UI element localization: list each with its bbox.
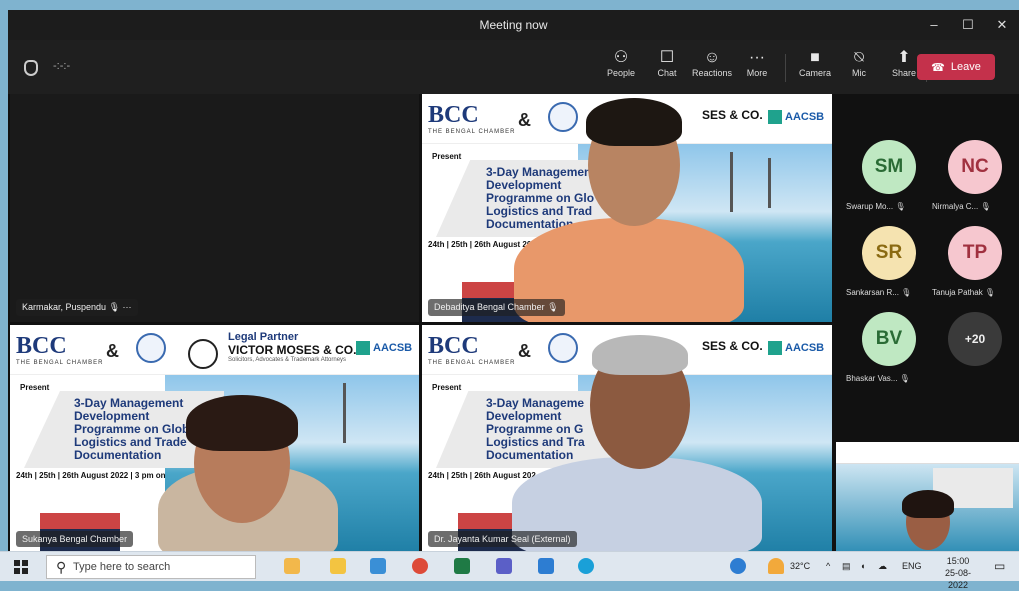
video-tile-karmakar[interactable]: Karmakar, Puspendu 🎙 ··· — [10, 94, 419, 322]
volume-icon[interactable]: ◖ — [860, 561, 865, 571]
meeting-timer: -:-:- — [53, 60, 70, 72]
minimize-button[interactable]: – — [917, 10, 951, 40]
weather-icon[interactable] — [768, 558, 784, 574]
camera-icon: ■ — [793, 48, 837, 68]
self-view-tile[interactable] — [836, 442, 1019, 553]
chevron-up-icon[interactable]: ^ — [826, 561, 830, 571]
phone-icon: ☎ — [931, 61, 945, 74]
photos-icon[interactable] — [538, 558, 554, 574]
aacsb-icon — [768, 110, 782, 124]
participant-avatar[interactable]: TP — [948, 226, 1002, 280]
people-icon: ⚇ — [599, 48, 643, 68]
store-icon[interactable] — [370, 558, 386, 574]
participant-avatar-name: Sankarsan R... 🎙 — [846, 288, 911, 297]
network-icon[interactable]: ▤ — [842, 561, 851, 572]
chrome-icon[interactable] — [412, 558, 428, 574]
onedrive-icon[interactable]: ☁ — [878, 561, 887, 572]
clock[interactable]: 15:0025-08-2022 — [936, 555, 980, 591]
notification-icon[interactable]: ▭ — [994, 559, 1005, 573]
cortana-icon[interactable] — [284, 558, 300, 574]
excel-icon[interactable] — [454, 558, 470, 574]
window-title: Meeting now — [479, 18, 547, 32]
toolbar-divider — [785, 54, 786, 82]
windows-taskbar: Type here to search 32°C ^ ▤ ◖ ☁ ENG 15:… — [0, 551, 1019, 581]
seal-icon — [136, 333, 166, 363]
temperature: 32°C — [790, 561, 810, 571]
participant-avatar-name: Swarup Mo... 🎙 — [846, 202, 906, 211]
more-participants-button[interactable]: +20 — [948, 312, 1002, 366]
edge-icon[interactable] — [578, 558, 594, 574]
participant-avatar[interactable]: BV — [862, 312, 916, 366]
chat-icon: ☐ — [645, 48, 689, 68]
title-bar: Meeting now – ☐ ✕ — [8, 10, 1019, 40]
chat-button[interactable]: ☐Chat — [645, 48, 689, 78]
teams-icon[interactable] — [496, 558, 512, 574]
leave-button[interactable]: ☎Leave — [917, 54, 995, 80]
close-button[interactable]: ✕ — [985, 10, 1019, 40]
participant-name: Debaditya Bengal Chamber 🎙 — [428, 299, 565, 316]
language-indicator[interactable]: ENG — [902, 561, 922, 571]
help-icon[interactable] — [730, 558, 746, 574]
mic-muted-icon: 🎙 — [109, 302, 120, 312]
mic-muted-icon: 🎙 — [547, 302, 558, 312]
participant-avatar-name: Bhaskar Vas... 🎙 — [846, 374, 910, 383]
teams-window: Meeting now – ☐ ✕ -:-:- ⚇People ☐Chat ☺R… — [8, 10, 1019, 581]
participant-avatar[interactable]: NC — [948, 140, 1002, 194]
mic-button[interactable]: ⍉Mic — [837, 48, 881, 78]
reactions-icon: ☺ — [690, 48, 734, 68]
bcc-logo: BCCTHE BENGAL CHAMBER — [428, 333, 515, 366]
more-icon: ··· — [735, 48, 779, 68]
bcc-logo: BCCTHE BENGAL CHAMBER — [428, 102, 515, 135]
video-tile-jayanta[interactable]: BCCTHE BENGAL CHAMBER & SES & CO. AACSB … — [422, 325, 832, 553]
meeting-toolbar: -:-:- ⚇People ☐Chat ☺Reactions ···More ■… — [8, 40, 1019, 94]
more-button[interactable]: ···More — [735, 48, 779, 78]
aacsb-icon — [356, 341, 370, 355]
participant-avatar-name: Tanuja Pathak 🎙 — [932, 288, 995, 297]
seal-icon — [548, 102, 578, 132]
people-button[interactable]: ⚇People — [599, 48, 643, 78]
participant-name: Karmakar, Puspendu 🎙 ··· — [16, 299, 138, 316]
participant-name: Sukanya Bengal Chamber — [16, 531, 133, 547]
participant-avatar[interactable]: SM — [862, 140, 916, 194]
seal-icon — [548, 333, 578, 363]
participant-avatar-name: Nirmalya C... 🎙 — [932, 202, 991, 211]
bcc-logo: BCCTHE BENGAL CHAMBER — [16, 333, 103, 366]
shield-icon[interactable] — [24, 60, 38, 76]
camera-button[interactable]: ■Camera — [793, 48, 837, 78]
video-tile-sukanya[interactable]: BCCTHE BENGAL CHAMBER & Legal PartnerVIC… — [10, 325, 419, 553]
reactions-button[interactable]: ☺Reactions — [690, 48, 734, 78]
maximize-button[interactable]: ☐ — [951, 10, 985, 40]
participant-name: Dr. Jayanta Kumar Seal (External) — [428, 531, 577, 547]
video-tile-debaditya[interactable]: BCCTHE BENGAL CHAMBER & SES & CO. AACSB … — [422, 94, 832, 322]
participant-avatar[interactable]: SR — [862, 226, 916, 280]
aacsb-icon — [768, 341, 782, 355]
taskbar-search-input[interactable]: Type here to search — [46, 555, 256, 579]
file-explorer-icon[interactable] — [330, 558, 346, 574]
windows-icon[interactable] — [14, 560, 28, 574]
mic-off-icon: ⍉ — [837, 48, 881, 68]
